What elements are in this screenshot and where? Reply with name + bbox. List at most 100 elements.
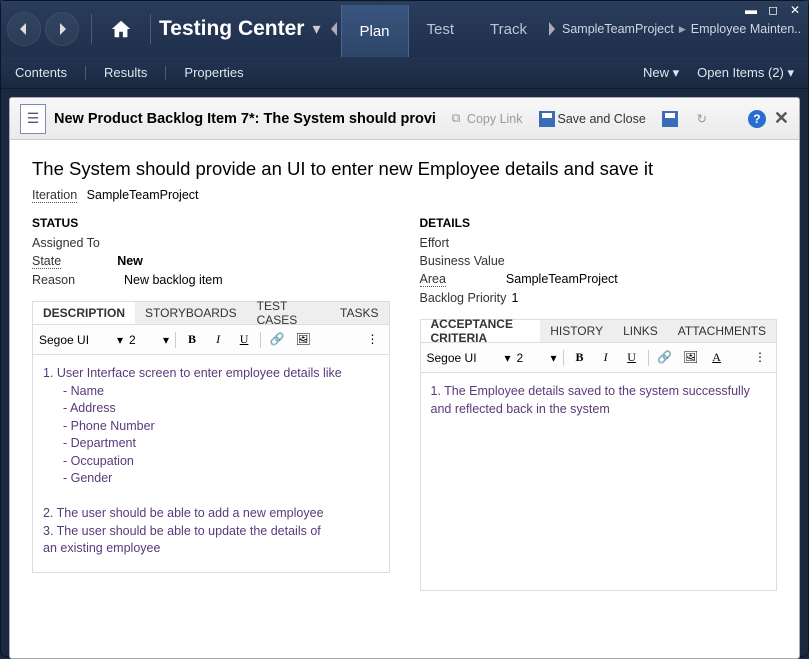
tab-description[interactable]: DESCRIPTION [33, 302, 135, 324]
reason-label: Reason [32, 273, 124, 287]
document-icon: ☰ [20, 104, 46, 134]
link-button[interactable]: 🔗 [267, 330, 287, 350]
assigned-to-label: Assigned To [32, 236, 124, 250]
subnav-properties[interactable]: Properties [184, 65, 243, 80]
chevron-down-icon[interactable]: ▾ [163, 333, 169, 347]
save-icon [662, 111, 678, 127]
tab-attachments[interactable]: ATTACHMENTS [668, 320, 776, 342]
title-dropdown-icon[interactable]: ▾ [312, 19, 320, 39]
tab-track[interactable]: Track [472, 5, 545, 53]
iteration-label: Iteration [32, 188, 77, 203]
business-value-label: Business Value [420, 254, 512, 268]
breadcrumb[interactable]: SampleTeamProject ▶ Employee Mainten... [562, 22, 802, 36]
font-select[interactable]: Segoe UI [39, 333, 111, 347]
window-controls: ▬ ◻ ✕ [744, 3, 802, 17]
divider [91, 14, 92, 44]
chevron-down-icon: ▾ [787, 65, 794, 80]
tab-plan[interactable]: Plan [341, 5, 409, 57]
divider [85, 66, 86, 80]
subnav-contents[interactable]: Contents [15, 65, 67, 80]
chevron-down-icon[interactable]: ▾ [505, 351, 511, 365]
home-button[interactable] [106, 14, 136, 44]
reason-value[interactable]: New backlog item [124, 273, 223, 287]
description-editor[interactable]: 1. User Interface screen to enter employ… [32, 355, 390, 573]
tabs-scroll-left[interactable] [327, 14, 341, 44]
area-label: Area [420, 272, 446, 287]
chevron-down-icon[interactable]: ▾ [551, 351, 557, 365]
tab-tasks[interactable]: TASKS [330, 302, 388, 324]
forward-button[interactable] [45, 12, 79, 46]
app-title: Testing Center [159, 17, 304, 41]
panel-title: New Product Backlog Item 7*: The System … [54, 111, 436, 127]
tab-storyboards[interactable]: STORYBOARDS [135, 302, 247, 324]
tabs-scroll-right[interactable] [545, 14, 559, 44]
divider [165, 66, 166, 80]
chevron-down-icon[interactable]: ▾ [117, 333, 123, 347]
priority-label: Backlog Priority [420, 291, 512, 305]
new-dropdown[interactable]: New ▾ [643, 65, 679, 81]
bold-button[interactable]: B [182, 330, 202, 350]
minimize-button[interactable]: ▬ [744, 3, 758, 17]
refresh-button[interactable]: ↻ [690, 109, 714, 129]
work-item-title[interactable]: The System should provide an UI to enter… [32, 158, 777, 180]
priority-value[interactable]: 1 [512, 291, 519, 305]
subnav-results[interactable]: Results [104, 65, 147, 80]
breadcrumb-item[interactable]: SampleTeamProject [562, 22, 674, 36]
refresh-icon: ↻ [694, 111, 710, 127]
tab-testcases[interactable]: TEST CASES [247, 302, 330, 324]
tab-test[interactable]: Test [409, 5, 473, 53]
breadcrumb-separator-icon: ▶ [679, 24, 686, 35]
font-select[interactable]: Segoe UI [427, 351, 499, 365]
maximize-button[interactable]: ◻ [766, 3, 780, 17]
more-icon[interactable]: ⋮ [363, 330, 383, 350]
acceptance-editor[interactable]: 1. The Employee details saved to the sys… [420, 373, 778, 591]
tab-acceptance[interactable]: ACCEPTANCE CRITERIA [421, 320, 541, 342]
help-icon[interactable]: ? [748, 110, 766, 128]
acceptance-toolbar: Segoe UI ▾ 2 ▾ B I U 🔗 🖼 A ⋮ [420, 343, 778, 373]
tab-links[interactable]: LINKS [613, 320, 668, 342]
copy-link-button[interactable]: ⧉Copy Link [444, 109, 527, 129]
back-button[interactable] [7, 12, 41, 46]
close-panel-button[interactable]: ✕ [774, 108, 789, 129]
work-item-panel: ☰ New Product Backlog Item 7*: The Syste… [9, 97, 800, 659]
italic-button[interactable]: I [596, 348, 616, 368]
more-icon[interactable]: ⋮ [750, 348, 770, 368]
image-button[interactable]: 🖼 [293, 330, 313, 350]
state-value[interactable]: New [117, 254, 143, 269]
description-toolbar: Segoe UI ▾ 2 ▾ B I U 🔗 🖼 ⋮ [32, 325, 390, 355]
close-window-button[interactable]: ✕ [788, 3, 802, 17]
save-icon [539, 111, 555, 127]
tab-history[interactable]: HISTORY [540, 320, 613, 342]
state-label: State [32, 254, 61, 269]
open-items-dropdown[interactable]: Open Items (2) ▾ [697, 65, 794, 81]
save-button[interactable] [658, 109, 682, 129]
area-value[interactable]: SampleTeamProject [506, 272, 618, 287]
italic-button[interactable]: I [208, 330, 228, 350]
status-column: STATUS Assigned To State New ReasonNew ba… [32, 216, 390, 591]
copy-icon: ⧉ [448, 111, 464, 127]
panel-header: ☰ New Product Backlog Item 7*: The Syste… [10, 98, 799, 140]
underline-button[interactable]: U [234, 330, 254, 350]
details-column: DETAILS Effort Business Value Area Sample… [420, 216, 778, 591]
fontcolor-button[interactable]: A [707, 348, 727, 368]
link-button[interactable]: 🔗 [655, 348, 675, 368]
status-heading: STATUS [32, 216, 390, 230]
titlebar: ▬ ◻ ✕ Testing Center ▾ Plan Test Track S… [1, 1, 808, 57]
subnav: Contents Results Properties New ▾ Open I… [1, 57, 808, 89]
panel-body: The System should provide an UI to enter… [10, 140, 799, 603]
iteration-value[interactable]: SampleTeamProject [87, 188, 199, 202]
details-heading: DETAILS [420, 216, 778, 230]
breadcrumb-item[interactable]: Employee Mainten... [691, 22, 802, 36]
right-tabs: ACCEPTANCE CRITERIA HISTORY LINKS ATTACH… [420, 319, 778, 343]
effort-label: Effort [420, 236, 512, 250]
image-button[interactable]: 🖼 [681, 348, 701, 368]
size-select[interactable]: 2 [129, 333, 157, 347]
divider [150, 14, 151, 44]
chevron-down-icon: ▾ [673, 65, 680, 80]
save-and-close-button[interactable]: Save and Close [535, 109, 650, 129]
size-select[interactable]: 2 [517, 351, 545, 365]
iteration-row: Iteration SampleTeamProject [32, 188, 777, 202]
left-tabs: DESCRIPTION STORYBOARDS TEST CASES TASKS [32, 301, 390, 325]
bold-button[interactable]: B [570, 348, 590, 368]
underline-button[interactable]: U [622, 348, 642, 368]
